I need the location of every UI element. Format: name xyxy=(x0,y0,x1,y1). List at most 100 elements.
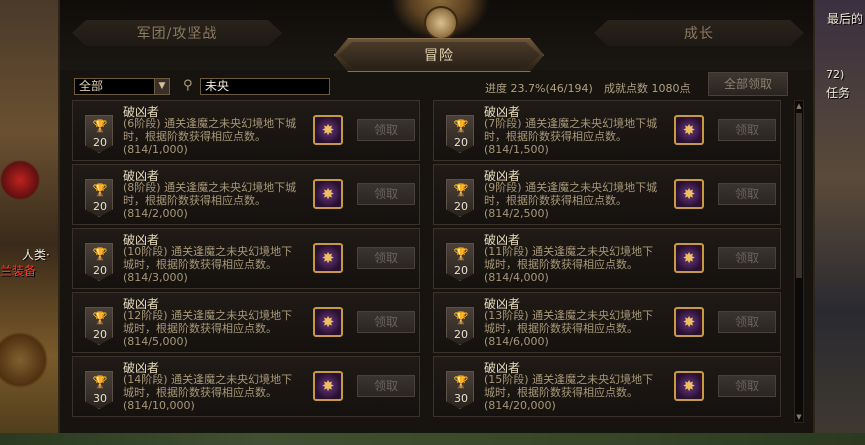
game-screen: 最后的 72) 任务 人类· 兰装备 军团/攻坚战 冒险 成长 全部 ▼ ⚲ 未… xyxy=(0,0,865,445)
achievement-progress: (814/5,000) xyxy=(123,335,188,348)
reward-glyph-icon: ✸ xyxy=(682,185,696,203)
trophy-badge: 🏆 30 xyxy=(85,371,113,409)
reward-glyph-icon: ✸ xyxy=(321,377,335,395)
claim-button[interactable]: 领取 xyxy=(718,311,776,333)
trophy-badge: 🏆 20 xyxy=(85,243,113,281)
reward-glyph-icon: ✸ xyxy=(682,377,696,395)
category-select[interactable]: 全部 ▼ xyxy=(74,78,170,95)
reward-item-icon[interactable]: ✸ xyxy=(313,307,343,337)
trophy-badge: 🏆 20 xyxy=(85,179,113,217)
trophy-badge: 🏆 20 xyxy=(85,115,113,153)
points-value: 1080点 xyxy=(651,82,691,95)
achievement-progress: (814/2,000) xyxy=(123,207,188,220)
achievement-card: 🏆 30 破凶者 (14阶段) 通关逢魔之未央幻境地下城时，根据阶数获得相应点数。 (8… xyxy=(72,356,420,417)
achievement-description: (8阶段) 通关逢魔之未央幻境地下城时，根据阶数获得相应点数。 (814/2,00… xyxy=(123,181,303,220)
badge-points: 20 xyxy=(454,136,468,149)
achievement-description: (7阶段) 通关逢魔之未央幻境地下城时，根据阶数获得相应点数。 (814/1,50… xyxy=(484,117,664,156)
achievement-desc-text: (8阶段) 通关逢魔之未央幻境地下城时，根据阶数获得相应点数。 xyxy=(123,181,297,207)
achievement-desc-text: (15阶段) 通关逢魔之未央幻境地下城时，根据阶数获得相应点数。 xyxy=(484,373,654,399)
achievement-description: (12阶段) 通关逢魔之未央幻境地下城时，根据阶数获得相应点数。 (814/5,0… xyxy=(123,309,303,348)
trophy-icon: 🏆 xyxy=(92,247,108,261)
reward-item-icon[interactable]: ✸ xyxy=(313,115,343,145)
progress-count: (46/194) xyxy=(545,82,593,95)
achievement-description: (11阶段) 通关逢魔之未央幻境地下城时，根据阶数获得相应点数。 (814/4,0… xyxy=(484,245,664,284)
trophy-badge: 🏆 20 xyxy=(446,307,474,345)
reward-glyph-icon: ✸ xyxy=(682,249,696,267)
achievement-desc-text: (7阶段) 通关逢魔之未央幻境地下城时，根据阶数获得相应点数。 xyxy=(484,117,658,143)
claim-button[interactable]: 领取 xyxy=(718,375,776,397)
background-decoration xyxy=(0,150,58,210)
achievement-desc-text: (6阶段) 通关逢魔之未央幻境地下城时，根据阶数获得相应点数。 xyxy=(123,117,297,143)
achievement-progress: (814/3,000) xyxy=(123,271,188,284)
reward-item-icon[interactable]: ✸ xyxy=(674,371,704,401)
achievement-card: 🏆 20 破凶者 (7阶段) 通关逢魔之未央幻境地下城时，根据阶数获得相应点数。 (81… xyxy=(433,100,781,161)
claim-button[interactable]: 领取 xyxy=(718,247,776,269)
claim-button[interactable]: 领取 xyxy=(718,119,776,141)
achievement-description: (10阶段) 通关逢魔之未央幻境地下城时，根据阶数获得相应点数。 (814/3,0… xyxy=(123,245,303,284)
reward-glyph-icon: ✸ xyxy=(682,121,696,139)
claim-all-button[interactable]: 全部领取 xyxy=(708,72,788,96)
achievement-progress: (814/4,000) xyxy=(484,271,549,284)
reward-item-icon[interactable]: ✸ xyxy=(674,179,704,209)
progress-percent: 23.7% xyxy=(510,82,546,95)
trophy-badge: 🏆 20 xyxy=(446,115,474,153)
achievement-description: (14阶段) 通关逢魔之未央幻境地下城时，根据阶数获得相应点数。 (814/10,… xyxy=(123,373,303,412)
badge-points: 20 xyxy=(93,264,107,277)
achievement-progress: (814/10,000) xyxy=(123,399,195,412)
trophy-icon: 🏆 xyxy=(92,311,108,325)
side-label-left-name: 人类· xyxy=(22,248,50,262)
trophy-icon: 🏆 xyxy=(453,311,469,325)
achievement-card: 🏆 20 破凶者 (10阶段) 通关逢魔之未央幻境地下城时，根据阶数获得相应点数。 (8… xyxy=(72,228,420,289)
tab-adventure[interactable]: 冒险 xyxy=(338,42,540,68)
game-background-bottom xyxy=(0,433,865,445)
badge-points: 20 xyxy=(454,264,468,277)
achievement-card: 🏆 20 破凶者 (6阶段) 通关逢魔之未央幻境地下城时，根据阶数获得相应点数。 (81… xyxy=(72,100,420,161)
claim-button[interactable]: 领取 xyxy=(718,183,776,205)
reward-item-icon[interactable]: ✸ xyxy=(313,179,343,209)
claim-button[interactable]: 领取 xyxy=(357,375,415,397)
scrollbar[interactable]: ▲ ▼ xyxy=(794,100,804,423)
achievement-desc-text: (10阶段) 通关逢魔之未央幻境地下城时，根据阶数获得相应点数。 xyxy=(123,245,293,271)
badge-points: 20 xyxy=(93,136,107,149)
reward-item-icon[interactable]: ✸ xyxy=(313,371,343,401)
search-input[interactable]: 未央 xyxy=(200,78,330,95)
achievement-list: 🏆 20 破凶者 (6阶段) 通关逢魔之未央幻境地下城时，根据阶数获得相应点数。 (81… xyxy=(72,100,792,423)
tab-growth[interactable]: 成长 xyxy=(594,20,804,46)
trophy-icon: 🏆 xyxy=(453,183,469,197)
achievement-card: 🏆 20 破凶者 (11阶段) 通关逢魔之未央幻境地下城时，根据阶数获得相应点数。 (8… xyxy=(433,228,781,289)
badge-points: 20 xyxy=(93,200,107,213)
reward-item-icon[interactable]: ✸ xyxy=(674,115,704,145)
trophy-icon: 🏆 xyxy=(92,119,108,133)
badge-points: 20 xyxy=(93,328,107,341)
trophy-icon: 🏆 xyxy=(453,247,469,261)
claim-button[interactable]: 领取 xyxy=(357,183,415,205)
reward-glyph-icon: ✸ xyxy=(321,121,335,139)
side-label-right-num: 72) xyxy=(826,68,845,81)
chevron-down-icon[interactable]: ▼ xyxy=(154,79,169,94)
badge-points: 20 xyxy=(454,328,468,341)
achievement-card: 🏆 20 破凶者 (12阶段) 通关逢魔之未央幻境地下城时，根据阶数获得相应点数。 (8… xyxy=(72,292,420,353)
scroll-down-icon[interactable]: ▼ xyxy=(795,412,803,422)
achievement-progress: (814/1,000) xyxy=(123,143,188,156)
reward-item-icon[interactable]: ✸ xyxy=(674,307,704,337)
claim-button[interactable]: 领取 xyxy=(357,119,415,141)
reward-item-icon[interactable]: ✸ xyxy=(313,243,343,273)
achievement-progress: (814/6,000) xyxy=(484,335,549,348)
progress-label: 进度 xyxy=(485,82,507,95)
tab-legion[interactable]: 军团/攻坚战 xyxy=(72,20,282,46)
achievement-card: 🏆 20 破凶者 (8阶段) 通关逢魔之未央幻境地下城时，根据阶数获得相应点数。 (81… xyxy=(72,164,420,225)
side-label-right-task[interactable]: 任务 xyxy=(826,84,850,101)
scroll-up-icon[interactable]: ▲ xyxy=(795,101,803,111)
scrollbar-thumb[interactable] xyxy=(796,113,802,278)
game-background-right xyxy=(813,0,865,445)
progress-readout: 进度 23.7%(46/194) xyxy=(485,80,593,96)
achievement-desc-text: (9阶段) 通关逢魔之未央幻境地下城时，根据阶数获得相应点数。 xyxy=(484,181,658,207)
achievement-progress: (814/20,000) xyxy=(484,399,556,412)
achievement-description: (15阶段) 通关逢魔之未央幻境地下城时，根据阶数获得相应点数。 (814/20,… xyxy=(484,373,664,412)
trophy-badge: 🏆 20 xyxy=(446,179,474,217)
claim-button[interactable]: 领取 xyxy=(357,247,415,269)
reward-item-icon[interactable]: ✸ xyxy=(674,243,704,273)
search-icon: ⚲ xyxy=(183,78,193,93)
claim-button[interactable]: 领取 xyxy=(357,311,415,333)
achievement-desc-text: (11阶段) 通关逢魔之未央幻境地下城时，根据阶数获得相应点数。 xyxy=(484,245,654,271)
